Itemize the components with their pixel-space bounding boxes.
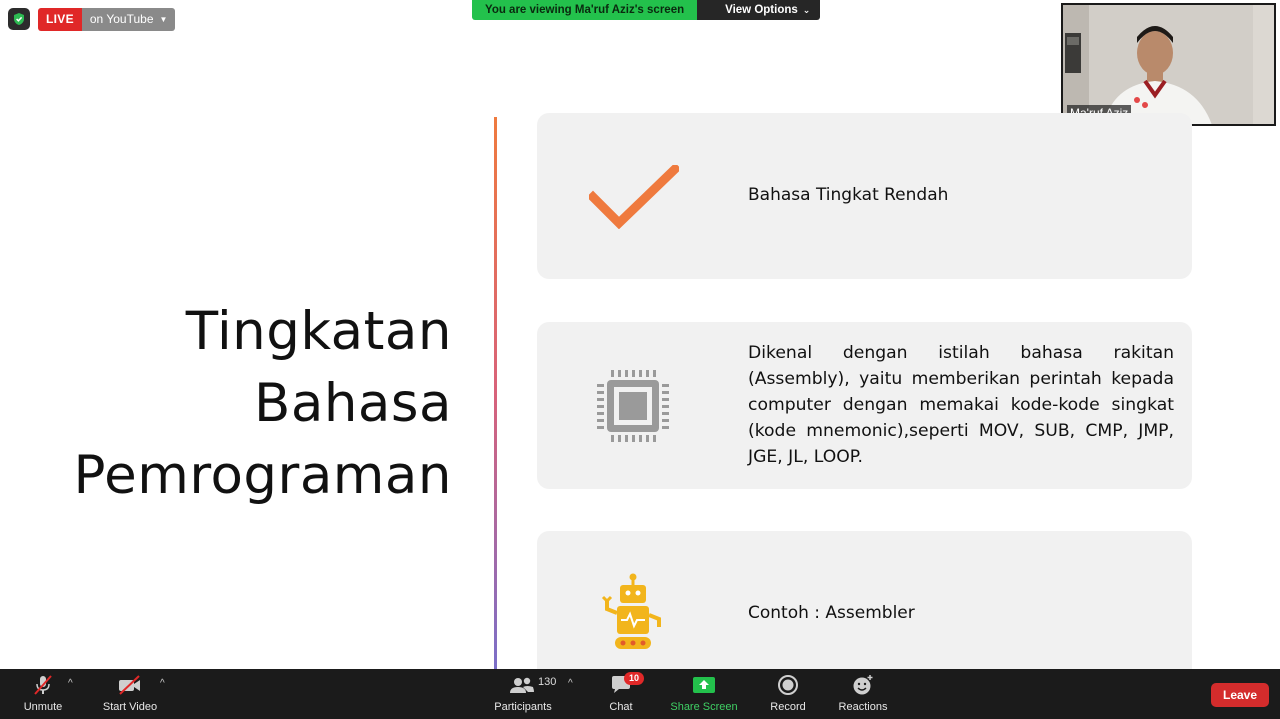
view-options-button[interactable]: View Options ⌄ bbox=[697, 0, 821, 20]
start-video-label: Start Video bbox=[102, 701, 158, 713]
start-video-button[interactable]: Start Video bbox=[100, 669, 160, 719]
slide-divider bbox=[494, 117, 497, 670]
muted-microphone-icon bbox=[30, 674, 56, 696]
unmute-button[interactable]: Unmute bbox=[18, 669, 68, 719]
unmute-label: Unmute bbox=[23, 701, 63, 713]
slide-card: Bahasa Tingkat Rendah bbox=[537, 113, 1192, 279]
security-shield-icon[interactable] bbox=[8, 8, 30, 30]
meeting-toolbar: Unmute ^ Start Video ^ Participants 130 … bbox=[0, 669, 1280, 719]
share-screen-button[interactable]: Share Screen bbox=[670, 669, 738, 719]
reactions-label: Reactions bbox=[838, 701, 888, 713]
share-screen-icon bbox=[691, 674, 717, 696]
slide-title-line: Pemrograman bbox=[73, 445, 452, 506]
participants-options-caret-icon[interactable]: ^ bbox=[568, 678, 573, 689]
viewing-screen-label: You are viewing Ma'ruf Aziz's screen bbox=[472, 0, 698, 20]
card-text: Dikenal dengan istilah bahasa rakitan (A… bbox=[748, 343, 1174, 467]
screen-share-banner: You are viewing Ma'ruf Aziz's screen Vie… bbox=[472, 0, 821, 20]
slide-card: Contoh : Assembler bbox=[537, 531, 1192, 681]
reactions-button[interactable]: Reactions bbox=[836, 669, 890, 719]
live-stream-indicator[interactable]: LIVE on YouTube ▼ bbox=[38, 8, 176, 31]
share-screen-label: Share Screen bbox=[670, 701, 738, 713]
speaker-video-tile[interactable]: Ma'ruf Aziz bbox=[1061, 3, 1276, 126]
slide-title: Tingkatan Bahasa Pemrograman bbox=[60, 296, 452, 512]
participants-label: Participants bbox=[494, 701, 552, 713]
record-label: Record bbox=[770, 701, 806, 713]
stream-destination-dropdown[interactable]: on YouTube ▼ bbox=[81, 8, 176, 31]
participants-count: 130 bbox=[538, 676, 557, 688]
robot-icon bbox=[601, 573, 661, 649]
caret-down-icon: ▼ bbox=[159, 15, 168, 24]
chat-label: Chat bbox=[609, 701, 633, 713]
video-off-icon bbox=[117, 674, 143, 696]
card-text: Contoh : Assembler bbox=[748, 603, 915, 623]
record-icon bbox=[775, 674, 801, 696]
participants-icon bbox=[509, 674, 535, 696]
slide-title-line: Tingkatan bbox=[185, 301, 452, 362]
leave-button[interactable]: Leave bbox=[1211, 683, 1269, 707]
stream-destination-label: on YouTube bbox=[89, 12, 154, 26]
cpu-chip-icon bbox=[597, 370, 669, 442]
view-options-label: View Options bbox=[725, 4, 798, 16]
slide-title-line: Bahasa bbox=[254, 373, 452, 434]
video-options-caret-icon[interactable]: ^ bbox=[160, 678, 165, 689]
slide-card: Dikenal dengan istilah bahasa rakitan (A… bbox=[537, 322, 1192, 489]
chevron-down-icon: ⌄ bbox=[802, 5, 811, 15]
zoom-meeting-window: LIVE on YouTube ▼ You are viewing Ma'ruf… bbox=[0, 0, 1280, 719]
live-badge: LIVE bbox=[38, 8, 82, 31]
record-button[interactable]: Record bbox=[768, 669, 808, 719]
checkmark-icon bbox=[589, 165, 679, 229]
card-text: Bahasa Tingkat Rendah bbox=[748, 185, 949, 205]
audio-options-caret-icon[interactable]: ^ bbox=[68, 678, 73, 689]
smiley-add-icon bbox=[850, 674, 876, 696]
chat-unread-badge: 10 bbox=[624, 672, 645, 685]
